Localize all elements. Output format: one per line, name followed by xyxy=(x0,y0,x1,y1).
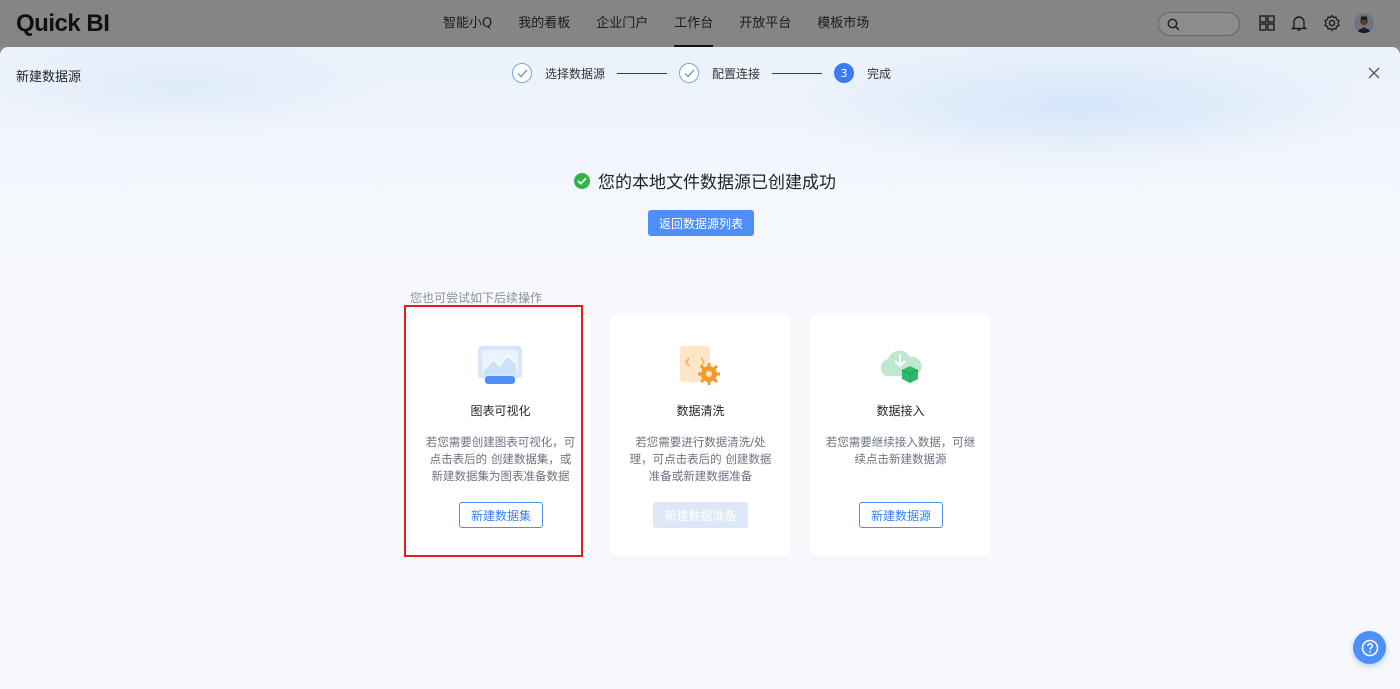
modal-title: 新建数据源 xyxy=(16,70,82,85)
card-title: 数据清洗 xyxy=(676,404,725,418)
step-2-label: 配置连接 xyxy=(712,66,761,81)
step-2-check-icon xyxy=(679,63,700,83)
help-button[interactable] xyxy=(1353,631,1386,664)
card-description: 若您需要继续接入数据，可继续点击新建数据源 xyxy=(825,435,976,466)
step-connector xyxy=(617,72,668,74)
success-message: 您的本地文件数据源已创建成功 xyxy=(574,168,836,193)
card-title: 数据接入 xyxy=(876,404,925,418)
step-1-check-icon xyxy=(512,63,532,83)
card-data-ingestion: 数据接入 若您需要继续接入数据，可继续点击新建数据源 新建数据源 xyxy=(810,316,991,555)
step-1-label: 选择数据源 xyxy=(545,66,606,81)
help-icon xyxy=(1361,639,1378,656)
back-to-datasource-list-button[interactable]: 返回数据源列表 xyxy=(648,210,754,236)
step-3-number: 3 xyxy=(834,63,855,83)
step-connector xyxy=(772,72,823,74)
next-steps-hint: 您也可尝试如下后续操作 xyxy=(410,291,543,305)
success-text: 您的本地文件数据源已创建成功 xyxy=(598,173,836,193)
data-cleaning-icon xyxy=(680,346,720,385)
new-datasource-button[interactable]: 新建数据源 xyxy=(859,502,943,528)
modal-backdrop xyxy=(0,0,1400,47)
card-description: 若您需要进行数据清洗/处理，可点击表后的 创建数据准备或新建数据准备 xyxy=(629,435,772,483)
highlight-box xyxy=(404,305,583,557)
step-3-label: 完成 xyxy=(867,66,892,81)
new-datasource-modal: 新建数据源 选择数据源 配置连接 3 完成 您的本地文件数据源已创建成功 返回数… xyxy=(0,47,1400,689)
new-data-preparation-button[interactable]: 新建数据准备 xyxy=(653,502,748,528)
close-icon[interactable] xyxy=(1367,66,1381,80)
card-data-cleaning: 数据清洗 若您需要进行数据清洗/处理，可点击表后的 创建数据准备或新建数据准备 … xyxy=(610,316,791,555)
data-ingestion-icon xyxy=(880,350,922,383)
check-circle-icon xyxy=(574,172,590,189)
step-indicator: 选择数据源 配置连接 3 完成 xyxy=(512,63,891,83)
